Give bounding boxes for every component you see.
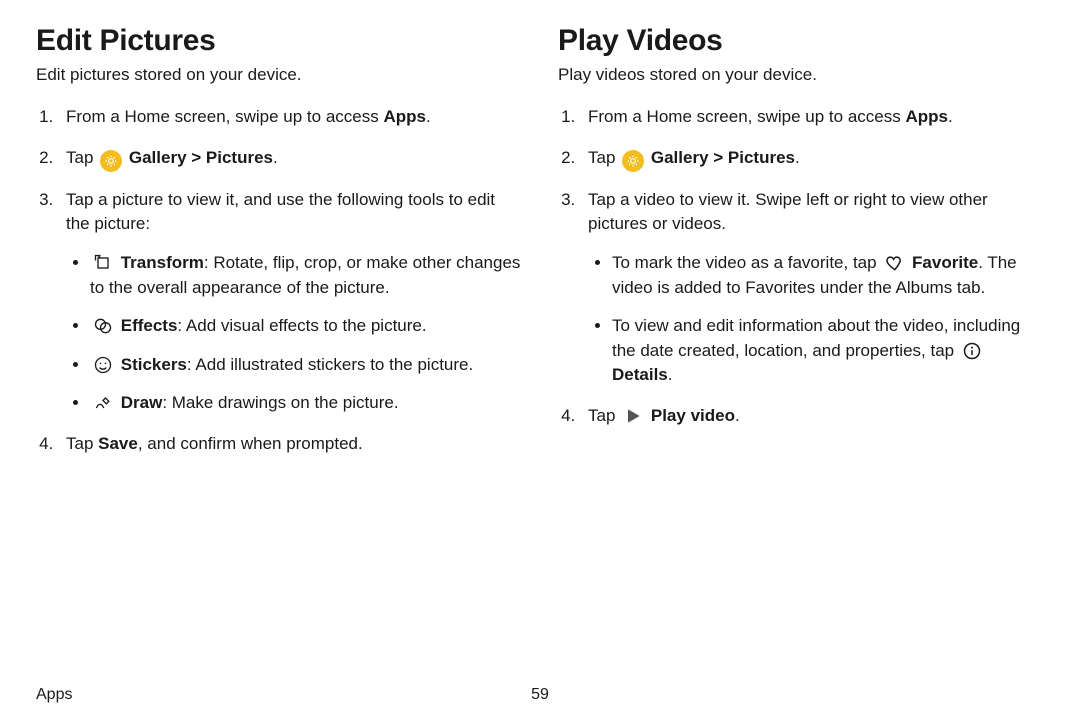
bold-apps: Apps: [383, 107, 426, 126]
text: Tap a video to view it. Swipe left or ri…: [588, 190, 988, 234]
bullet-effects: Effects: Add visual effects to the pictu…: [90, 314, 522, 339]
text: From a Home screen, swipe up to access: [66, 107, 383, 126]
text: .: [735, 406, 740, 425]
info-icon: [961, 340, 983, 362]
text: .: [948, 107, 953, 126]
column-play-videos: Play Videos Play videos stored on your d…: [558, 24, 1044, 680]
footer-page-number: 59: [531, 686, 549, 704]
edit-tools-list: Transform: Rotate, flip, crop, or make o…: [66, 251, 522, 416]
text: From a Home screen, swipe up to access: [588, 107, 905, 126]
text: , and confirm when prompted.: [138, 434, 363, 453]
intro-play-videos: Play videos stored on your device.: [558, 64, 1044, 87]
text: : Add visual effects to the picture.: [177, 316, 426, 335]
bold-save: Save: [98, 434, 138, 453]
columns: Edit Pictures Edit pictures stored on yo…: [36, 24, 1044, 680]
step-4: Tap Play video.: [580, 404, 1044, 429]
bullet-transform: Transform: Rotate, flip, crop, or make o…: [90, 251, 522, 300]
gallery-icon: [622, 150, 644, 172]
bold-apps: Apps: [905, 107, 948, 126]
bullet-details: To view and edit information about the v…: [612, 314, 1044, 388]
bold-favorite: Favorite: [912, 253, 978, 272]
draw-icon: [92, 392, 114, 414]
text: Tap a picture to view it, and use the fo…: [66, 190, 495, 234]
play-icon: [622, 405, 644, 427]
text: Tap: [66, 148, 98, 167]
bullet-favorite: To mark the video as a favorite, tap Fav…: [612, 251, 1044, 300]
stickers-icon: [92, 354, 114, 376]
heart-icon: [883, 252, 905, 274]
bold-transform: Transform: [121, 253, 204, 272]
steps-edit-pictures: From a Home screen, swipe up to access A…: [36, 105, 522, 457]
intro-edit-pictures: Edit pictures stored on your device.: [36, 64, 522, 87]
step-1: From a Home screen, swipe up to access A…: [58, 105, 522, 130]
text: Tap: [588, 406, 620, 425]
column-edit-pictures: Edit Pictures Edit pictures stored on yo…: [36, 24, 522, 680]
step-2: Tap Gallery > Pictures.: [580, 146, 1044, 172]
heading-edit-pictures: Edit Pictures: [36, 24, 522, 58]
text: .: [668, 365, 673, 384]
text: To view and edit information about the v…: [612, 316, 1020, 360]
text: Tap: [66, 434, 98, 453]
bold-details: Details: [612, 365, 668, 384]
effects-icon: [92, 315, 114, 337]
step-4: Tap Save, and confirm when prompted.: [58, 432, 522, 457]
text: To mark the video as a favorite, tap: [612, 253, 881, 272]
bold-stickers: Stickers: [121, 355, 187, 374]
heading-play-videos: Play Videos: [558, 24, 1044, 58]
gallery-icon: [100, 150, 122, 172]
text: .: [426, 107, 431, 126]
bullet-stickers: Stickers: Add illustrated stickers to th…: [90, 353, 522, 378]
bullet-draw: Draw: Make drawings on the picture.: [90, 391, 522, 416]
steps-play-videos: From a Home screen, swipe up to access A…: [558, 105, 1044, 429]
video-actions-list: To mark the video as a favorite, tap Fav…: [588, 251, 1044, 388]
step-1: From a Home screen, swipe up to access A…: [580, 105, 1044, 130]
manual-page: Edit Pictures Edit pictures stored on yo…: [0, 0, 1080, 720]
bold-gallery-pictures: Gallery > Pictures: [651, 148, 795, 167]
text: : Add illustrated stickers to the pictur…: [187, 355, 473, 374]
transform-icon: [92, 252, 114, 274]
step-3: Tap a picture to view it, and use the fo…: [58, 188, 522, 416]
bold-play-video: Play video: [651, 406, 735, 425]
page-footer: Apps 59: [36, 680, 1044, 704]
text: .: [273, 148, 278, 167]
step-2: Tap Gallery > Pictures.: [58, 146, 522, 172]
bold-gallery-pictures: Gallery > Pictures: [129, 148, 273, 167]
footer-section-label: Apps: [36, 686, 72, 704]
step-3: Tap a video to view it. Swipe left or ri…: [580, 188, 1044, 388]
text: Tap: [588, 148, 620, 167]
text: : Make drawings on the picture.: [162, 393, 398, 412]
bold-draw: Draw: [121, 393, 163, 412]
text: .: [795, 148, 800, 167]
bold-effects: Effects: [121, 316, 178, 335]
